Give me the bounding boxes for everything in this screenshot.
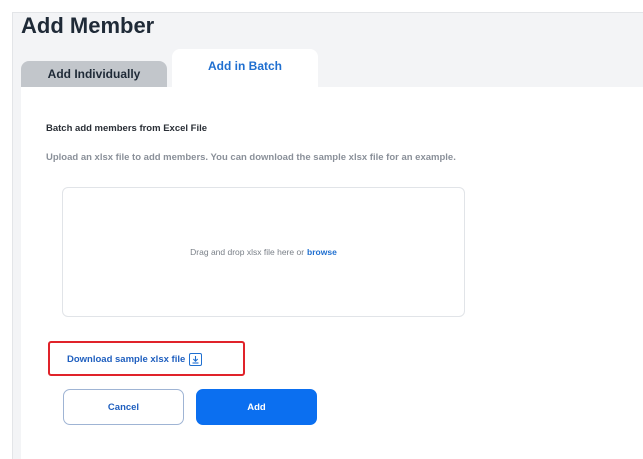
dropzone-text: Drag and drop xlsx file here or bbox=[190, 247, 305, 257]
batch-description: Upload an xlsx file to add members. You … bbox=[46, 152, 456, 163]
tab-add-individually[interactable]: Add Individually bbox=[21, 61, 167, 87]
tab-add-in-batch[interactable]: Add in Batch bbox=[172, 49, 318, 87]
add-button[interactable]: Add bbox=[196, 389, 317, 425]
download-sample-link[interactable]: Download sample xlsx file bbox=[67, 351, 203, 367]
download-sample-label: Download sample xlsx file bbox=[67, 353, 186, 365]
batch-heading: Batch add members from Excel File bbox=[46, 123, 208, 134]
file-dropzone[interactable]: Drag and drop xlsx file here or browse bbox=[62, 187, 465, 317]
cancel-button[interactable]: Cancel bbox=[63, 389, 184, 425]
download-icon[interactable] bbox=[189, 352, 203, 366]
page-title: Add Member bbox=[21, 13, 155, 38]
browse-link[interactable]: browse bbox=[307, 247, 337, 257]
